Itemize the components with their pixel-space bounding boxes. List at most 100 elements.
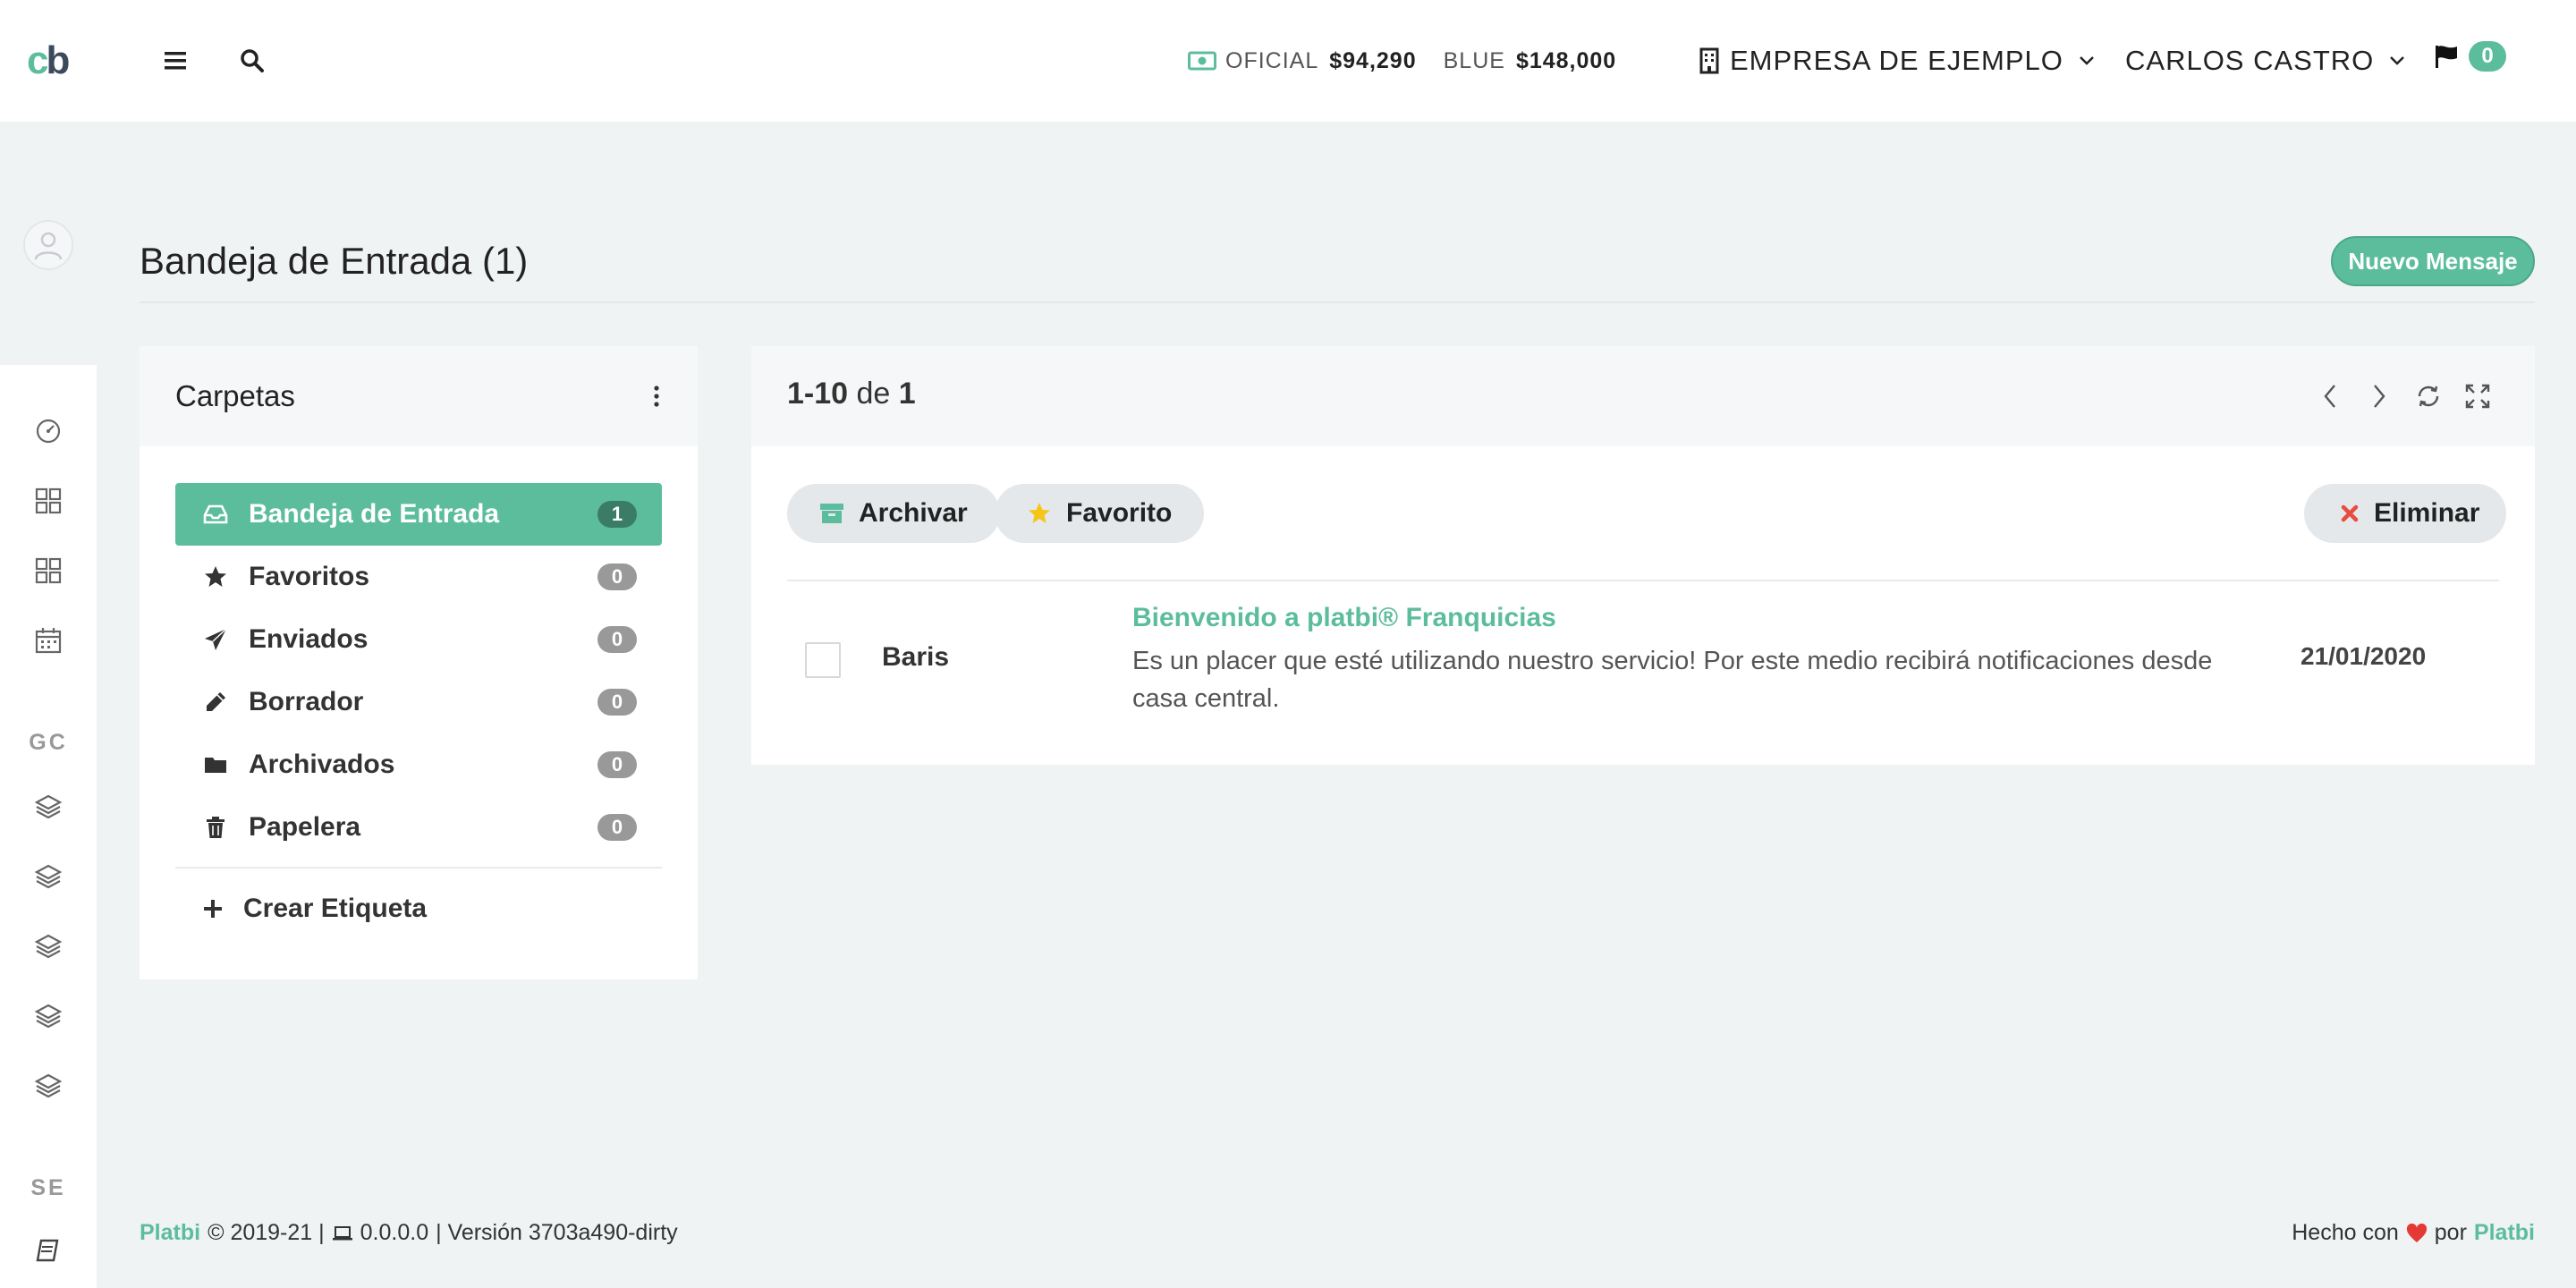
rate-oficial-value: $94,290 xyxy=(1329,47,1417,73)
message-checkbox[interactable] xyxy=(805,642,841,678)
new-message-button[interactable]: Nuevo Mensaje xyxy=(2331,236,2535,286)
more-vertical-icon[interactable] xyxy=(651,384,662,409)
star-icon xyxy=(202,564,229,590)
pagination-info: 1-10 de 1 xyxy=(787,377,916,411)
archive-box-icon xyxy=(819,502,844,525)
folders-title: Carpetas xyxy=(175,379,295,412)
grid-icon[interactable] xyxy=(30,553,66,589)
folder-label: Favoritos xyxy=(249,562,370,591)
pagination-range: 1-10 xyxy=(787,377,849,411)
footer-left: Platbi © 2019-21 | 0.0.0.0 | Versión 370… xyxy=(140,1220,678,1246)
page-title: Bandeja de Entrada (1) xyxy=(140,240,529,282)
message-date: 21/01/2020 xyxy=(2301,642,2427,670)
folder-label: Borrador xyxy=(249,687,364,716)
favorite-label: Favorito xyxy=(1066,498,1173,528)
create-label-text: Crear Etiqueta xyxy=(243,894,428,923)
folder-count: 0 xyxy=(597,814,637,841)
sidebar-profile xyxy=(0,122,97,365)
footer-right: Hecho con por Platbi xyxy=(2292,1220,2535,1246)
folders-divider xyxy=(175,867,662,869)
message-preview: Es un placer que esté utilizando nuestro… xyxy=(1132,647,2213,713)
dashboard-gauge-icon[interactable] xyxy=(30,413,66,449)
rate-blue-value: $148,000 xyxy=(1515,47,1617,73)
folder-label: Papelera xyxy=(249,812,361,842)
pencil-icon xyxy=(202,689,229,716)
message-sender: Baris xyxy=(882,642,950,672)
folder-icon xyxy=(202,751,229,778)
chevron-left-icon[interactable] xyxy=(2312,378,2348,414)
pagination-total: 1 xyxy=(898,377,916,411)
top-bar: cb OFICIAL $94,290 BLUE $148,000 EMPRESA… xyxy=(0,0,2576,122)
folder-item-archived[interactable]: Archivados 0 xyxy=(175,733,662,796)
flag-icon xyxy=(2433,43,2460,70)
folder-label: Enviados xyxy=(249,624,369,654)
grid-icon[interactable] xyxy=(30,483,66,519)
user-dropdown[interactable]: CARLOS CASTRO xyxy=(2125,39,2406,82)
expand-icon[interactable] xyxy=(2460,378,2496,414)
delete-label: Eliminar xyxy=(2374,498,2480,528)
company-dropdown[interactable]: EMPRESA DE EJEMPLO xyxy=(1699,39,2096,82)
layers-icon[interactable] xyxy=(30,928,66,964)
archive-button[interactable]: Archivar xyxy=(787,484,1000,543)
footer-made-with: Hecho con xyxy=(2292,1220,2399,1245)
footer-version-number: 0.0.0.0 xyxy=(360,1220,429,1245)
chevron-right-icon[interactable] xyxy=(2361,378,2397,414)
search-icon[interactable] xyxy=(234,43,270,79)
laptop-icon xyxy=(332,1225,353,1241)
sidebar-section-gc: GC xyxy=(29,730,68,755)
archive-label: Archivar xyxy=(859,498,968,528)
logo-letter-c: c xyxy=(27,38,49,82)
notifications-count: 0 xyxy=(2469,41,2506,72)
layers-icon[interactable] xyxy=(30,789,66,825)
inbox-icon xyxy=(202,501,229,528)
logo-letter-b: b xyxy=(46,38,70,82)
message-subject[interactable]: Bienvenido a platbi® Franquicias xyxy=(1132,603,1556,633)
folder-item-sent[interactable]: Enviados 0 xyxy=(175,608,662,671)
footer-version-text: | Versión 3703a490-dirty xyxy=(436,1220,678,1245)
folder-item-trash[interactable]: Papelera 0 xyxy=(175,796,662,859)
sidebar: GC SE xyxy=(0,122,97,1288)
company-name: EMPRESA DE EJEMPLO xyxy=(1730,45,2063,76)
favorite-button[interactable]: Favorito xyxy=(995,484,1205,543)
money-bill-icon xyxy=(1188,50,1216,72)
folder-label: Bandeja de Entrada xyxy=(249,499,500,529)
app-logo[interactable]: cb xyxy=(27,38,70,84)
refresh-icon[interactable] xyxy=(2411,378,2446,414)
folder-count: 1 xyxy=(597,501,637,528)
notifications-button[interactable]: 0 xyxy=(2433,41,2506,72)
book-icon[interactable] xyxy=(30,1233,66,1268)
pagination-of: de xyxy=(856,377,891,411)
close-icon xyxy=(2340,504,2360,523)
folder-count: 0 xyxy=(597,751,637,778)
footer-brand-link[interactable]: Platbi xyxy=(140,1220,200,1246)
trash-icon xyxy=(202,814,229,841)
folders-header: Carpetas xyxy=(140,346,698,446)
delete-button[interactable]: Eliminar xyxy=(2304,484,2507,543)
avatar[interactable] xyxy=(23,220,73,270)
messages-toolbar-icons xyxy=(2299,378,2496,414)
layers-icon[interactable] xyxy=(30,1068,66,1104)
layers-icon[interactable] xyxy=(30,998,66,1034)
folder-count: 0 xyxy=(597,564,637,590)
plus-icon xyxy=(202,898,224,919)
paper-plane-icon xyxy=(202,626,229,653)
table-row[interactable]: Baris Bienvenido a platbi® Franquicias E… xyxy=(787,581,2499,742)
folder-label: Archivados xyxy=(249,750,395,779)
folder-item-favorites[interactable]: Favoritos 0 xyxy=(175,546,662,608)
folder-item-drafts[interactable]: Borrador 0 xyxy=(175,671,662,733)
create-label-button[interactable]: Crear Etiqueta xyxy=(202,894,427,924)
building-icon xyxy=(1699,47,1719,74)
menu-icon[interactable] xyxy=(157,43,193,79)
calendar-icon[interactable] xyxy=(30,623,66,658)
folder-item-inbox[interactable]: Bandeja de Entrada 1 xyxy=(175,483,662,546)
folders-panel: Carpetas Bandeja de Entrada 1 Favoritos … xyxy=(140,346,698,979)
chevron-down-icon xyxy=(2388,55,2406,67)
heart-icon xyxy=(2406,1223,2428,1243)
star-icon xyxy=(1027,501,1052,526)
layers-icon[interactable] xyxy=(30,859,66,894)
chevron-down-icon xyxy=(2078,55,2096,67)
footer-brand-link-right[interactable]: Platbi xyxy=(2474,1220,2535,1246)
rate-blue-label: BLUE xyxy=(1443,47,1505,73)
title-divider xyxy=(140,301,2535,303)
rate-oficial-label: OFICIAL xyxy=(1225,47,1319,73)
